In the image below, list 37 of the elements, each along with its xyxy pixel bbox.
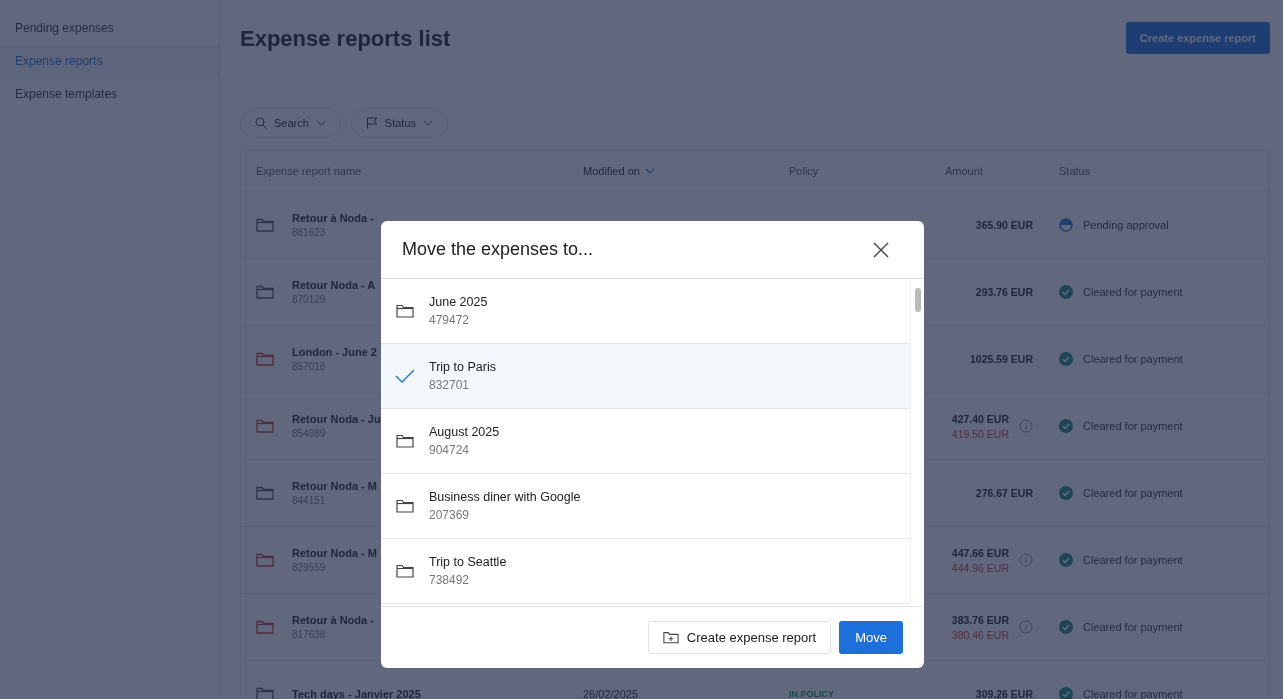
report-name: Retour à Noda - [292,614,374,626]
close-icon[interactable] [873,241,889,258]
folder-plus-icon [662,631,679,644]
move-button[interactable]: Move [839,621,903,654]
dialog-title: Move the expenses to... [402,239,594,260]
report-name: London - June 2 [292,346,377,358]
report-name: Retour Noda - M [292,547,377,559]
report-option[interactable]: Business diner with Google 207369 [381,474,910,539]
report-option[interactable]: Trip to Seattle 738492 [381,539,910,604]
amount: 1025.59 EUR [969,353,1033,365]
report-name: Retour Noda - Ju [292,413,381,425]
report-option[interactable]: Trip to Paris 832701 [381,344,910,409]
folder-icon [395,564,415,578]
folder-icon [395,434,415,448]
folder-icon [395,304,415,318]
amount: 309.26 EUR [975,688,1033,699]
amount: 365.90 EUR [975,219,1033,231]
modified-date: 26/02/2025 [583,688,639,699]
scrollbar[interactable] [910,279,924,606]
report-name: Retour Noda - M [292,480,377,492]
amount: 383.76 EUR [951,613,1009,626]
amount: 276.67 EUR [975,487,1033,499]
policy-label: IN POLICY [789,689,834,699]
report-name: Retour Noda - A [292,279,376,291]
page-title: Expense reports list [240,26,451,52]
create-expense-report-button[interactable]: Create expense report [647,621,832,654]
status-label: Pending approval [1083,219,1169,231]
checkmark-icon [395,369,415,383]
amount: 427.40 EUR [951,412,1009,425]
folder-icon [395,499,415,513]
amount: 293.76 EUR [975,286,1033,298]
report-name: Retour à Noda - [292,212,374,224]
original-amount: 380.46 EUR [951,628,1009,641]
original-amount: 419.50 EUR [951,427,1009,440]
original-amount: 444.96 EUR [951,561,1009,574]
amount: 447.66 EUR [951,546,1009,559]
report-option[interactable]: August 2025 904724 [381,409,910,474]
